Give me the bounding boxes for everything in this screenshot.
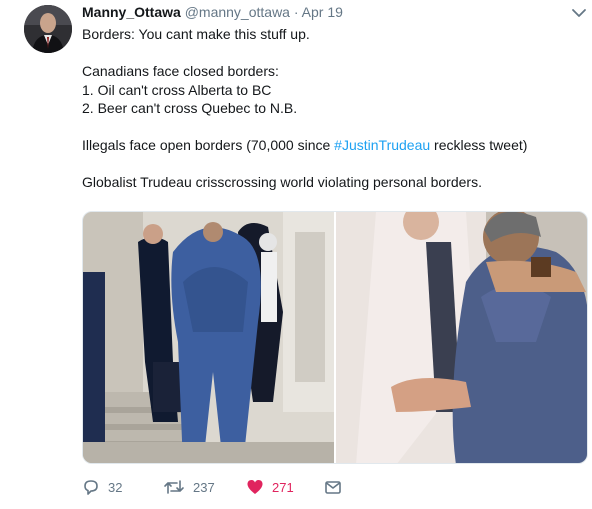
media-grid (82, 211, 588, 464)
tweet-text-segment: Illegals face open borders (70,000 since (82, 137, 335, 153)
retweet-count: 237 (193, 479, 215, 495)
tweet-line: Illegals face open borders (70,000 since… (82, 136, 582, 155)
hashtag-link[interactable]: #JustinTrudeau (334, 137, 430, 153)
tweet-line: Canadians face closed borders: (82, 63, 279, 79)
avatar-image (24, 5, 72, 53)
separator-dot: · (293, 4, 299, 20)
tweet-line: 2. Beer can't cross Quebec to N.B. (82, 100, 298, 116)
tweet-line: 1. Oil can't cross Alberta to BC (82, 81, 272, 98)
like-count: 271 (272, 479, 294, 495)
tweet-date[interactable]: Apr 19 (302, 4, 343, 20)
retweet-icon (164, 480, 184, 494)
tweet-header: Manny_Ottawa @manny_ottawa · Apr 19 (82, 4, 343, 20)
chevron-down-icon[interactable] (570, 6, 588, 20)
reply-button[interactable]: 32 (82, 478, 122, 496)
direct-message-button[interactable] (324, 478, 342, 496)
tweet-text-segment: reckless tweet) (430, 137, 528, 153)
photo-right[interactable] (336, 212, 587, 463)
user-handle[interactable]: @manny_ottawa (185, 4, 290, 20)
tweet-line: Globalist Trudeau crisscrossing world vi… (82, 174, 482, 190)
envelope-icon (325, 481, 341, 494)
tweet-line: Borders: You cant make this stuff up. (82, 26, 310, 42)
tweet-text: Borders: You cant make this stuff up. Ca… (82, 25, 582, 192)
reply-icon (84, 480, 98, 495)
avatar[interactable] (24, 5, 72, 53)
photo-left[interactable] (83, 212, 334, 463)
heart-icon (247, 480, 263, 494)
reply-count: 32 (108, 479, 123, 495)
retweet-button[interactable]: 237 (163, 478, 215, 496)
display-name[interactable]: Manny_Ottawa (82, 4, 181, 20)
like-button[interactable]: 271 (246, 478, 294, 496)
